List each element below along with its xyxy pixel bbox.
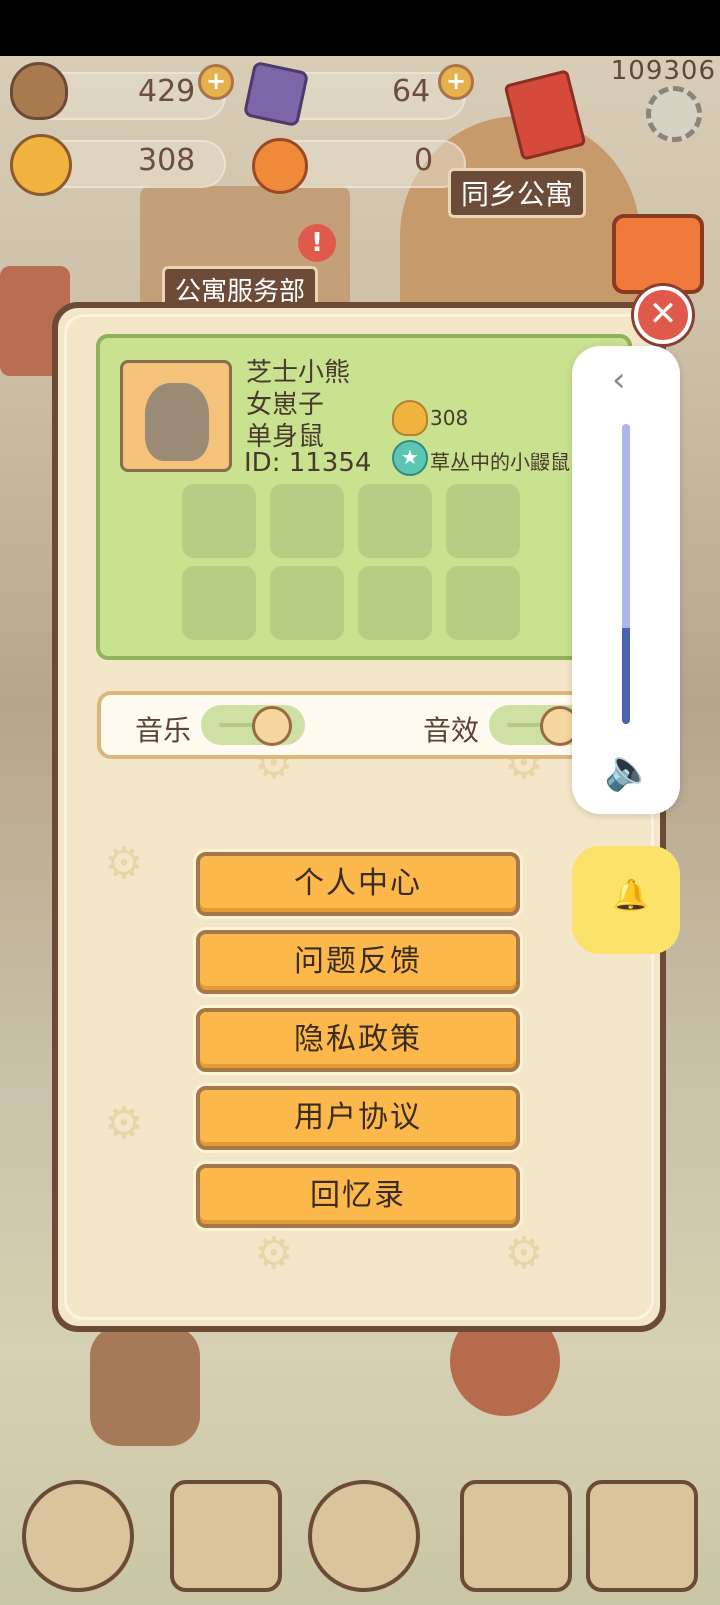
add-gem-button[interactable]: + <box>438 64 474 100</box>
player-id: ID: 11354 <box>244 448 372 478</box>
status-bar <box>0 0 720 56</box>
raccoon-avatar-icon <box>145 383 209 461</box>
music-slider[interactable] <box>201 705 305 746</box>
personal-center-button[interactable]: 个人中心 <box>196 852 520 916</box>
badge-slot[interactable] <box>270 484 344 558</box>
avatar[interactable] <box>120 360 232 472</box>
user-agreement-button[interactable]: 用户协议 <box>196 1086 520 1150</box>
volume-panel: ‹ 🔈 <box>572 346 680 814</box>
privacy-policy-button[interactable]: 隐私政策 <box>196 1008 520 1072</box>
home-nav-icon[interactable] <box>22 1480 134 1592</box>
tree-stump <box>90 1326 200 1446</box>
tasks-nav-icon[interactable] <box>460 1480 572 1592</box>
star-icon: ★ <box>392 440 428 476</box>
music-label: 音乐 <box>135 714 192 747</box>
badge-slot[interactable] <box>182 566 256 640</box>
chevron-left-icon[interactable]: ‹ <box>612 360 626 400</box>
acorn-count: 429 <box>138 74 196 109</box>
badge-slot[interactable] <box>358 566 432 640</box>
bell-icon <box>392 400 428 436</box>
badge-slot[interactable] <box>446 484 520 558</box>
gear-deco-icon: ⚙ <box>504 1228 544 1279</box>
tv-event-icon[interactable] <box>612 214 704 294</box>
badge-slot[interactable] <box>446 566 520 640</box>
speaker-icon[interactable]: 🔈 <box>604 746 654 793</box>
badge-slot[interactable] <box>182 484 256 558</box>
map-nav-icon[interactable] <box>586 1480 698 1592</box>
feedback-button[interactable]: 问题反馈 <box>196 930 520 994</box>
ringer-toggle[interactable]: 🔔 <box>572 846 680 954</box>
orange-icon <box>252 138 308 194</box>
apartment-sign[interactable]: 同乡公寓 <box>448 168 587 218</box>
bell-currency-icon <box>10 134 72 196</box>
acorn-icon <box>10 62 68 120</box>
fps-counter: 109306 <box>610 56 716 86</box>
volume-slider[interactable] <box>622 424 630 724</box>
orange-count: 0 <box>414 143 434 178</box>
sound-settings: 音乐 音效 <box>97 691 627 759</box>
profile-bells: 308 <box>430 406 469 430</box>
bell-count: 308 <box>138 143 196 178</box>
player-rank: 草丛中的小鼹鼠 <box>430 450 570 474</box>
bell-icon: 🔔 <box>612 878 650 913</box>
music-slider-knob[interactable] <box>252 706 292 746</box>
add-acorn-button[interactable]: + <box>198 64 234 100</box>
gear-deco-icon: ⚙ <box>104 1098 144 1149</box>
badge-slot[interactable] <box>358 484 432 558</box>
gem-icon <box>242 60 310 128</box>
friends-nav-icon[interactable] <box>308 1480 420 1592</box>
sfx-label: 音效 <box>423 714 480 747</box>
volume-slider-fill <box>622 628 630 724</box>
gem-count: 64 <box>392 74 431 109</box>
memoirs-button[interactable]: 回忆录 <box>196 1164 520 1228</box>
mail-nav-icon[interactable] <box>170 1480 282 1592</box>
gear-icon[interactable] <box>646 86 702 142</box>
close-icon[interactable]: ✕ <box>634 286 692 344</box>
gear-deco-icon: ⚙ <box>254 1228 294 1279</box>
badge-slot[interactable] <box>270 566 344 640</box>
profile-card: 芝士小熊 女崽子 单身鼠 ID: 11354 308 ★ 草丛中的小鼹鼠 <box>96 334 632 660</box>
gear-deco-icon: ⚙ <box>104 838 144 889</box>
alert-icon: ! <box>298 224 336 262</box>
